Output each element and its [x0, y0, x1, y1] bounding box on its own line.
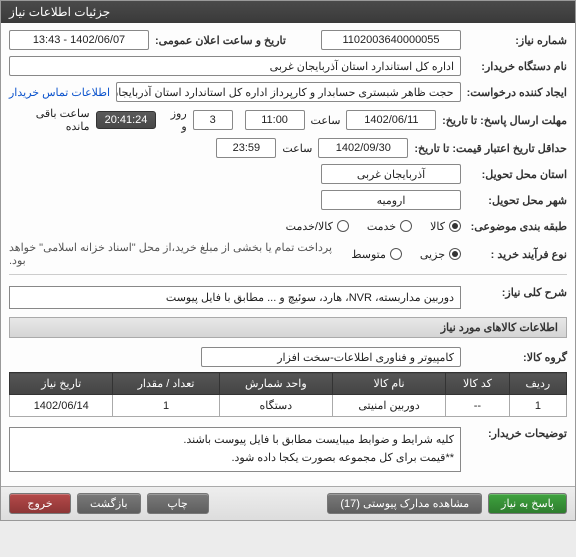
- countdown-box: 20:41:24: [96, 111, 157, 129]
- exit-button[interactable]: خروج: [9, 493, 71, 514]
- table-row[interactable]: 1 -- دوربین امنیتی دستگاه 1 1402/06/14: [10, 395, 567, 417]
- window-title-bar: جزئیات اطلاعات نیاز: [1, 1, 575, 23]
- topic-class-label: طبقه بندی موضوعی:: [467, 220, 567, 233]
- process-note: پرداخت تمام یا بخشی از مبلغ خرید،از محل …: [9, 241, 345, 267]
- need-details-window: جزئیات اطلاعات نیاز شماره نیاز: 11020036…: [0, 0, 576, 521]
- city-label: شهر محل تحویل:: [467, 194, 567, 207]
- topic-radio-both[interactable]: کالا/خدمت: [286, 220, 349, 233]
- process-radio-minor-label: جزیی: [420, 248, 445, 261]
- col-code: کد کالا: [446, 373, 510, 395]
- process-label: نوع فرآیند خرید :: [467, 248, 567, 261]
- time-label-1: ساعت: [311, 114, 341, 127]
- topic-radio-goods[interactable]: کالا: [430, 220, 461, 233]
- province-label: استان محل تحویل:: [467, 168, 567, 181]
- deadline-label: مهلت ارسال پاسخ: تا تاریخ:: [442, 114, 567, 127]
- buyer-notes-text: کلیه شرایط و ضوابط میبایست مطابق با فایل…: [9, 427, 461, 472]
- topic-radio-goods-label: کالا: [430, 220, 445, 233]
- desc-label: شرح کلی نیاز:: [467, 286, 567, 299]
- validity-date-field: 1402/09/30: [318, 138, 408, 158]
- process-radio-minor[interactable]: جزیی: [420, 248, 461, 261]
- process-group: جزیی متوسط: [351, 248, 461, 261]
- province-field: آذربایجان غربی: [321, 164, 461, 184]
- col-name: نام کالا: [333, 373, 446, 395]
- time-label-2: ساعت: [282, 142, 312, 155]
- announce-label: تاریخ و ساعت اعلان عمومی:: [155, 34, 286, 47]
- need-no-label: شماره نیاز:: [467, 34, 567, 47]
- announce-field: 1402/06/07 - 13:43: [9, 30, 149, 50]
- back-button[interactable]: بازگشت: [77, 493, 141, 514]
- validity-label: حداقل تاریخ اعتبار قیمت: تا تاریخ:: [414, 142, 567, 155]
- respond-button[interactable]: پاسخ به نیاز: [488, 493, 567, 514]
- buyer-field: اداره کل استاندارد استان آذربایجان غربی: [9, 56, 461, 76]
- topic-radio-service-label: خدمت: [367, 220, 396, 233]
- cell-unit: دستگاه: [219, 395, 332, 417]
- cell-date: 1402/06/14: [10, 395, 113, 417]
- form-area: شماره نیاز: 1102003640000055 تاریخ و ساع…: [1, 23, 575, 486]
- desc-text: دوربین مداربسته، NVR، هارد، سوئیچ و ... …: [9, 286, 461, 309]
- buyer-contact-link[interactable]: اطلاعات تماس خریدار: [9, 86, 110, 99]
- topic-radio-service[interactable]: خدمت: [367, 220, 412, 233]
- need-no-field: 1102003640000055: [321, 30, 461, 50]
- cell-name: دوربین امنیتی: [333, 395, 446, 417]
- col-row: ردیف: [509, 373, 566, 395]
- items-table: ردیف کد کالا نام کالا واحد شمارش تعداد /…: [9, 372, 567, 417]
- day-label: روز و: [162, 107, 186, 133]
- col-unit: واحد شمارش: [219, 373, 332, 395]
- items-section-header: اطلاعات کالاهای مورد نیاز: [9, 317, 567, 338]
- process-radio-medium[interactable]: متوسط: [351, 248, 402, 261]
- col-qty: تعداد / مقدار: [113, 373, 219, 395]
- requester-field: حجت ظاهر شبستری حسابدار و کارپرداز اداره…: [116, 82, 461, 102]
- cell-code: --: [446, 395, 510, 417]
- deadline-date-field: 1402/06/11: [346, 110, 436, 130]
- col-date: تاریخ نیاز: [10, 373, 113, 395]
- group-label: گروه کالا:: [467, 351, 567, 364]
- process-radio-medium-label: متوسط: [351, 248, 386, 261]
- group-field: کامپیوتر و فناوری اطلاعات-سخت افزار: [201, 347, 461, 367]
- attachments-button[interactable]: مشاهده مدارک پیوستی (17): [327, 493, 482, 514]
- validity-time-field: 23:59: [216, 138, 276, 158]
- city-field: ارومیه: [321, 190, 461, 210]
- buyer-label: نام دستگاه خریدار:: [467, 60, 567, 73]
- table-header-row: ردیف کد کالا نام کالا واحد شمارش تعداد /…: [10, 373, 567, 395]
- window-title: جزئیات اطلاعات نیاز: [9, 5, 110, 19]
- print-button[interactable]: چاپ: [147, 493, 209, 514]
- deadline-time-field: 11:00: [245, 110, 305, 130]
- cell-qty: 1: [113, 395, 219, 417]
- remain-label: ساعت باقی مانده: [9, 107, 90, 133]
- topic-class-group: کالا خدمت کالا/خدمت: [286, 220, 461, 233]
- days-left-field: 3: [193, 110, 233, 130]
- requester-label: ایجاد کننده درخواست:: [467, 86, 567, 99]
- cell-row: 1: [509, 395, 566, 417]
- footer-bar: پاسخ به نیاز مشاهده مدارک پیوستی (17) چا…: [1, 486, 575, 520]
- topic-radio-both-label: کالا/خدمت: [286, 220, 333, 233]
- buyer-notes-label: توضیحات خریدار:: [467, 427, 567, 440]
